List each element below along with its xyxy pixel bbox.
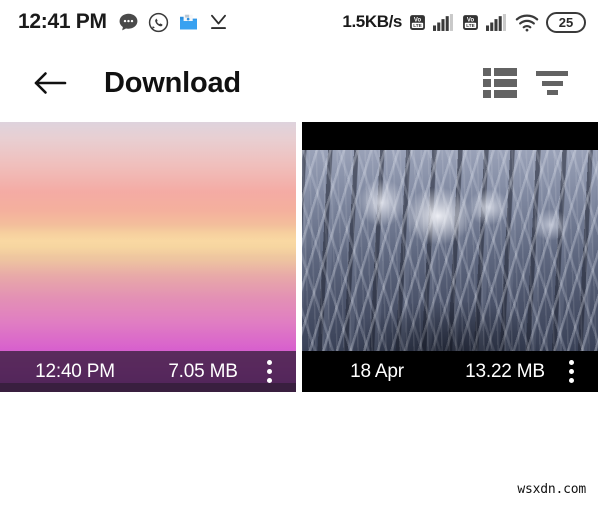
sort-icon: [536, 71, 568, 95]
app-bar: Download: [0, 44, 600, 122]
file-manager-icon: [178, 12, 199, 33]
wifi-icon: [515, 13, 539, 32]
svg-text:LTE: LTE: [466, 23, 474, 28]
status-bar: 12:41 PM 1.5KB/s Vo LTE Vo LTE 25: [0, 0, 600, 44]
status-bar-right: 1.5KB/s Vo LTE Vo LTE 25: [342, 11, 586, 33]
page-title: Download: [104, 66, 241, 99]
gallery-grid: 12:40 PM 7.05 MB 18 Apr 13.22 MB: [0, 122, 600, 392]
kebab-dot: [568, 369, 574, 374]
status-clock: 12:41 PM: [18, 10, 107, 33]
gallery-item-info-bar: 18 Apr 13.22 MB: [302, 351, 598, 392]
forest-photo-content: [302, 150, 598, 370]
watermark-text: wsxdn.com: [517, 482, 586, 497]
overflow-menu-button[interactable]: [256, 356, 282, 388]
kebab-dot: [266, 360, 272, 365]
gallery-item-size: 7.05 MB: [168, 360, 238, 382]
download-complete-icon: [208, 12, 229, 33]
battery-level-text: 25: [558, 14, 574, 30]
kebab-dot: [266, 378, 272, 383]
volte-sim2-icon: Vo LTE: [462, 14, 479, 31]
kebab-dot: [266, 369, 272, 374]
gallery-item-time: 18 Apr: [350, 360, 404, 382]
gallery-item-size: 13.22 MB: [465, 360, 545, 382]
list-view-icon: [483, 68, 517, 98]
battery-icon: 25: [546, 11, 586, 33]
footer: wsxdn.com: [517, 480, 586, 498]
kebab-dot: [568, 378, 574, 383]
gallery-item[interactable]: 12:40 PM 7.05 MB: [0, 122, 296, 392]
volte-sim1-icon: Vo LTE: [409, 14, 426, 31]
back-button[interactable]: [30, 63, 70, 103]
svg-text:LTE: LTE: [413, 23, 421, 28]
signal-sim1-icon: [433, 13, 455, 31]
signal-sim2-icon: [486, 13, 508, 31]
messages-icon: [118, 12, 139, 33]
sort-button[interactable]: [526, 59, 578, 107]
list-view-button[interactable]: [474, 59, 526, 107]
sunset-haze-band: [0, 224, 296, 257]
status-bar-left: 12:41 PM: [18, 10, 229, 34]
overflow-menu-button[interactable]: [558, 356, 584, 388]
network-speed-text: 1.5KB/s: [342, 12, 402, 31]
whatsapp-icon: [148, 12, 169, 33]
gallery-item-info-bar: 12:40 PM 7.05 MB: [0, 351, 296, 392]
gallery-item[interactable]: 18 Apr 13.22 MB: [302, 122, 598, 392]
kebab-dot: [568, 360, 574, 365]
gallery-item-time: 12:40 PM: [35, 360, 115, 382]
